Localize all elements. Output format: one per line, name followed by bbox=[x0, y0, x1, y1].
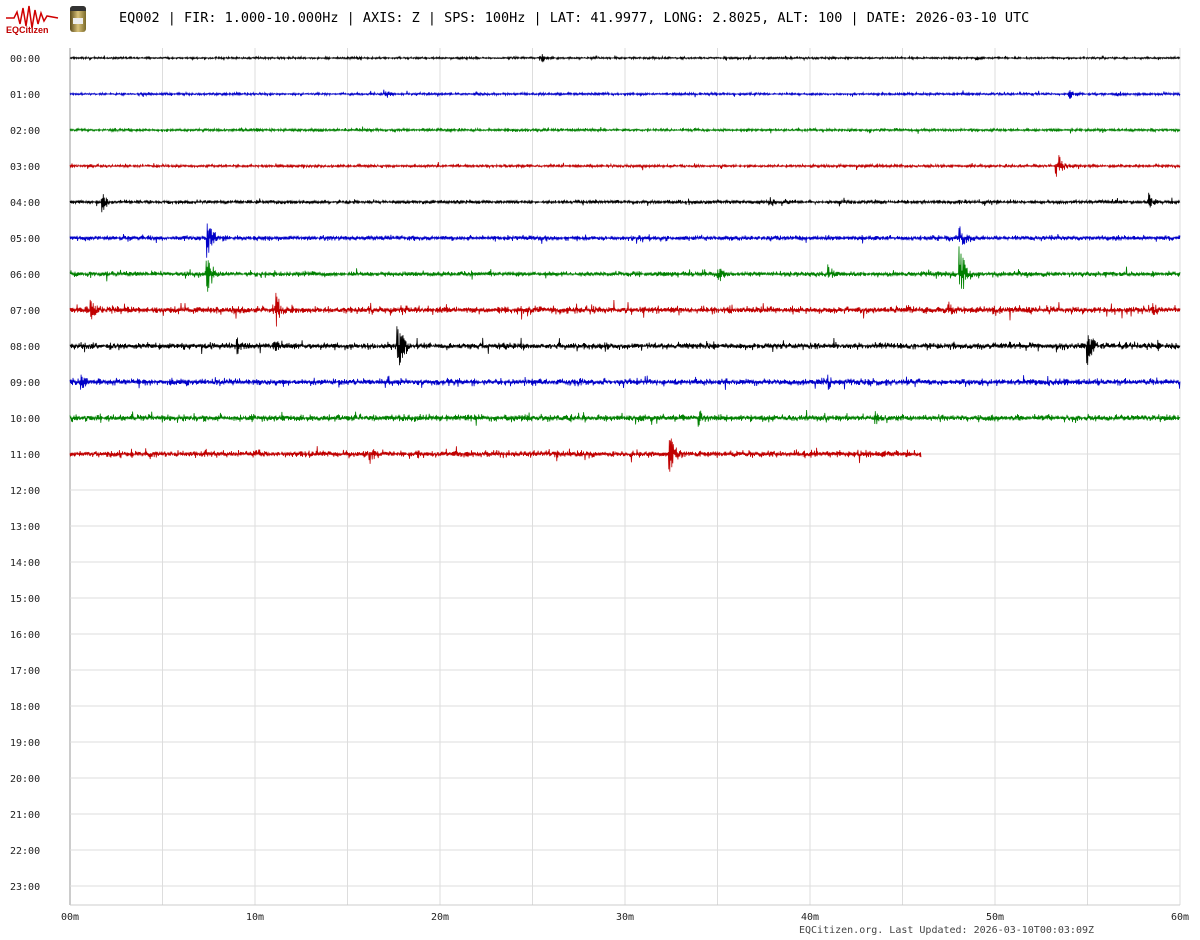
row-label: 16:00 bbox=[10, 630, 40, 641]
row-label: 21:00 bbox=[10, 810, 40, 821]
row-label: 11:00 bbox=[10, 450, 40, 461]
x-tick-label: 30m bbox=[616, 912, 634, 923]
row-label: 03:00 bbox=[10, 162, 40, 173]
row-label: 01:00 bbox=[10, 90, 40, 101]
x-tick-label: 10m bbox=[246, 912, 264, 923]
helicorder-plot: 00:00 01:00 02:00 03:00 04:00 05:00 06:00 07:00… bbox=[10, 48, 1189, 923]
row-label: 06:00 bbox=[10, 270, 40, 281]
row-label: 18:00 bbox=[10, 702, 40, 713]
x-tick-label: 20m bbox=[431, 912, 449, 923]
row-label: 02:00 bbox=[10, 126, 40, 137]
row-label: 10:00 bbox=[10, 414, 40, 425]
row-label: 00:00 bbox=[10, 54, 40, 65]
row-label: 08:00 bbox=[10, 342, 40, 353]
row-label: 04:00 bbox=[10, 198, 40, 209]
row-label: 05:00 bbox=[10, 234, 40, 245]
row-label: 19:00 bbox=[10, 738, 40, 749]
row-label: 14:00 bbox=[10, 558, 40, 569]
row-label: 13:00 bbox=[10, 522, 40, 533]
x-tick-label: 00m bbox=[61, 912, 79, 923]
x-tick-label: 50m bbox=[986, 912, 1004, 923]
row-label: 15:00 bbox=[10, 594, 40, 605]
row-label: 09:00 bbox=[10, 378, 40, 389]
trace-1100 bbox=[69, 438, 922, 472]
x-tick-label: 40m bbox=[801, 912, 819, 923]
x-tick-label: 60m bbox=[1171, 912, 1189, 923]
row-label: 20:00 bbox=[10, 774, 40, 785]
row-label: 22:00 bbox=[10, 846, 40, 857]
row-label: 23:00 bbox=[10, 882, 40, 893]
last-updated: EQCitizen.org. Last Updated: 2026-03-10T… bbox=[799, 925, 1095, 936]
row-label: 17:00 bbox=[10, 666, 40, 677]
row-label: 07:00 bbox=[10, 306, 40, 317]
helicorder-page: EQCitizen EQ002 | FIR: 1.000-10.000Hz | … bbox=[0, 0, 1200, 940]
row-label: 12:00 bbox=[10, 486, 40, 497]
